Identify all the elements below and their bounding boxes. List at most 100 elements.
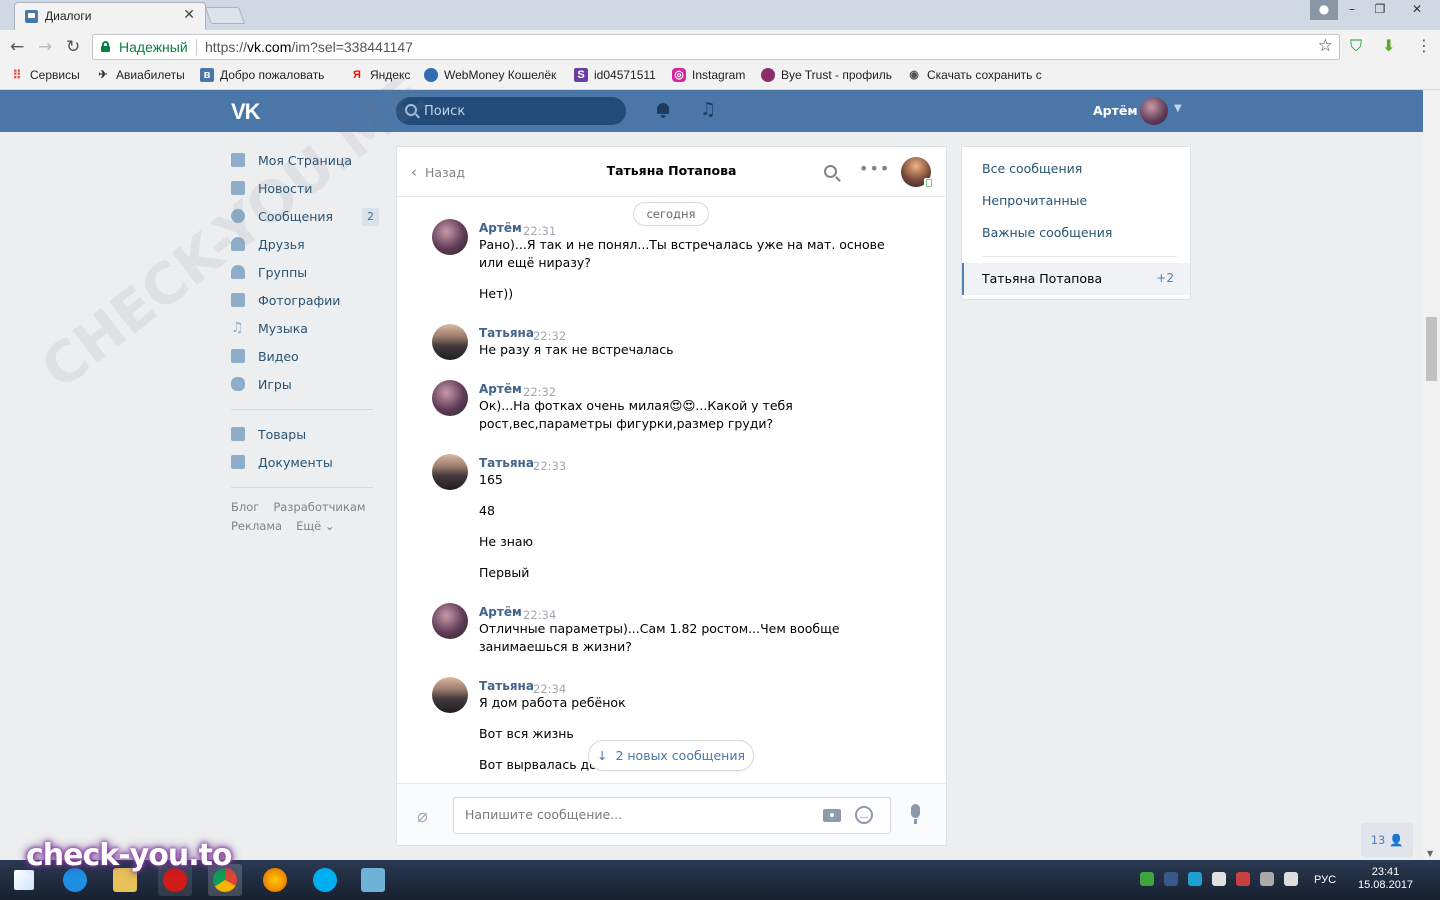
tray-app-icon[interactable] <box>1140 872 1154 886</box>
scrollbar-thumb[interactable] <box>1426 317 1437 381</box>
omnibox-separator <box>196 39 197 55</box>
vk-favicon-icon <box>25 10 38 23</box>
notes-taskbar-icon[interactable] <box>356 864 390 896</box>
footer-link-more[interactable]: Ещё ⌄ <box>296 519 334 533</box>
bookmark-welcome[interactable]: в Добро пожаловать <box>200 68 324 82</box>
message-history[interactable]: сегодня Артём 22:31 Рано)...Я так и не по… <box>397 198 946 783</box>
url-text[interactable]: https://vk.com/im?sel=338441147 <box>205 39 413 55</box>
menu-item-games[interactable]: Игры <box>231 370 381 398</box>
footer-link-ads[interactable]: Реклама <box>231 519 282 533</box>
browser-tab[interactable]: Диалоги ✕ <box>14 2 206 30</box>
online-friends-counter[interactable]: 13 👤 <box>1361 823 1413 857</box>
menu-item-groups[interactable]: Группы <box>231 258 381 286</box>
message-author[interactable]: Артём 22:31 <box>479 221 556 238</box>
language-indicator[interactable]: РУС <box>1314 874 1336 886</box>
tray-app-icon[interactable] <box>1236 872 1250 886</box>
bookmark-instagram[interactable]: ◎ Instagram <box>672 68 745 82</box>
back-arrow-icon[interactable]: ← <box>10 37 24 57</box>
chrome-menu-icon[interactable]: ⋮ <box>1416 36 1432 55</box>
header-user-name[interactable]: Артём <box>1093 103 1138 118</box>
address-bar[interactable]: Надежный https://vk.com/im?sel=338441147… <box>92 34 1340 60</box>
avatar[interactable] <box>432 603 468 639</box>
scroll-down-arrow-icon[interactable]: ▼ <box>1427 849 1433 858</box>
new-tab-button[interactable] <box>204 7 246 24</box>
music-note-icon: ♫ <box>231 320 244 336</box>
steam-icon[interactable] <box>1164 872 1178 886</box>
filter-unread[interactable]: Непрочитанные <box>982 193 1087 208</box>
online-count: 13 <box>1370 833 1386 847</box>
firefox-taskbar-icon[interactable] <box>258 864 292 896</box>
download-extension-icon[interactable]: ⬇ <box>1382 36 1395 55</box>
active-conversation-item[interactable]: Татьяна Потапова +2 <box>962 263 1190 295</box>
message-author[interactable]: Татьяна 22:34 <box>479 679 566 696</box>
message-author[interactable]: Артём 22:32 <box>479 382 556 399</box>
skype-taskbar-icon[interactable] <box>308 864 342 896</box>
bookmark-services[interactable]: ⠿ Сервисы <box>10 68 80 82</box>
menu-item-goods[interactable]: Товары <box>231 420 381 448</box>
search-icon[interactable] <box>824 165 837 178</box>
header-avatar[interactable] <box>1140 97 1168 125</box>
filter-all-messages[interactable]: Все сообщения <box>982 161 1082 176</box>
message-text: занимаешься в жизни? <box>479 639 632 654</box>
close-window-button[interactable]: ✕ <box>1394 0 1440 20</box>
avatar[interactable] <box>432 677 468 713</box>
message-author[interactable]: Татьяна 22:32 <box>479 326 566 343</box>
bell-icon[interactable] <box>655 102 671 118</box>
bookmark-star-icon[interactable]: ☆ <box>1318 36 1333 56</box>
chevron-down-icon[interactable]: ▼ <box>1174 103 1182 114</box>
bookmark-id[interactable]: S id04571511 <box>574 68 656 82</box>
filter-important[interactable]: Важные сообщения <box>982 225 1112 240</box>
attach-paperclip-icon[interactable]: ⌀ <box>417 806 428 827</box>
vk-logo[interactable]: VK <box>231 99 261 125</box>
profile-icon[interactable]: ● <box>1310 0 1338 20</box>
message-text: Вот вырвалась до <box>479 757 597 772</box>
menu-label: Игры <box>258 376 292 392</box>
avatar[interactable] <box>432 324 468 360</box>
bookmark-byetrust[interactable]: Bye Trust - профиль <box>761 68 892 82</box>
minimize-button[interactable]: – <box>1338 0 1366 20</box>
new-messages-button[interactable]: ↓ 2 новых сообщения <box>588 740 754 771</box>
message-text: Не знаю <box>479 534 534 549</box>
footer-link-blog[interactable]: Блог <box>231 500 259 514</box>
message-input[interactable] <box>465 807 805 822</box>
footer-link-developers[interactable]: Разработчикам <box>273 500 365 514</box>
skype-icon <box>313 868 337 892</box>
tray-app-icon[interactable] <box>1188 872 1202 886</box>
close-tab-icon[interactable]: ✕ <box>183 7 195 23</box>
message-input-box[interactable]: ‿ <box>453 797 891 834</box>
microphone-icon[interactable] <box>911 804 920 824</box>
menu-item-documents[interactable]: Документы <box>231 448 381 476</box>
emoji-smile-icon[interactable]: ‿ <box>855 806 873 824</box>
bookmark-avia[interactable]: ✈ Авиабилеты <box>96 68 184 82</box>
camera-icon[interactable] <box>823 809 841 822</box>
message-text: Нет)) <box>479 286 514 301</box>
more-icon[interactable]: ••• <box>859 159 890 178</box>
bookmark-download[interactable]: ◉ Скачать сохранить с <box>907 68 1042 82</box>
page-scrollbar[interactable]: ▼ <box>1423 90 1440 860</box>
messages-count-badge: 2 <box>362 208 379 226</box>
menu-footer: Блог Разработчикам Реклама Ещё ⌄ <box>231 498 381 536</box>
document-icon <box>231 455 245 469</box>
peer-avatar[interactable] <box>901 157 932 187</box>
flag-icon[interactable] <box>1212 872 1226 886</box>
message-author[interactable]: Татьяна 22:33 <box>479 456 566 473</box>
bookmark-webmoney[interactable]: WebMoney Кошелёк <box>424 68 556 82</box>
network-icon[interactable] <box>1260 872 1274 886</box>
menu-item-photos[interactable]: Фотографии <box>231 286 381 314</box>
search-input[interactable] <box>424 102 614 120</box>
restore-button[interactable]: ❐ <box>1366 0 1394 20</box>
taskbar-clock[interactable]: 23:41 15.08.2017 <box>1358 866 1413 892</box>
forward-arrow-icon[interactable]: → <box>38 37 52 57</box>
menu-item-video[interactable]: Видео <box>231 342 381 370</box>
music-icon[interactable]: ♫ <box>700 99 716 120</box>
avatar[interactable] <box>432 454 468 490</box>
adguard-shield-icon[interactable]: ⛉ <box>1350 36 1362 56</box>
menu-item-music[interactable]: ♫ Музыка <box>231 314 381 342</box>
avatar[interactable] <box>432 219 468 255</box>
message-text: рост,вес,параметры фигурки,размер груди? <box>479 416 774 431</box>
reload-icon[interactable]: ↻ <box>66 37 80 57</box>
avatar[interactable] <box>432 380 468 416</box>
volume-icon[interactable] <box>1284 872 1298 886</box>
webmoney-icon <box>424 68 438 82</box>
message-author[interactable]: Артём 22:34 <box>479 605 556 622</box>
